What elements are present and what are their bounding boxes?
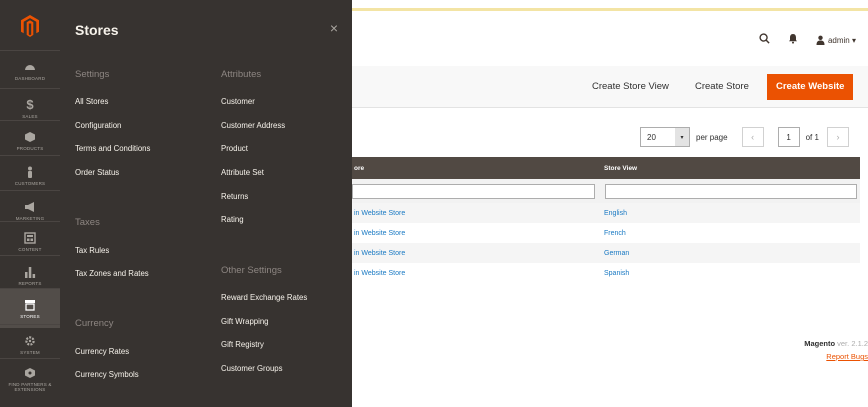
sidebar-item-dashboard[interactable]: DASHBOARD <box>0 50 60 90</box>
table-row[interactable]: in Website Store German <box>350 243 860 263</box>
bar-chart-icon <box>25 266 36 278</box>
currency-section-title: Currency <box>75 318 114 329</box>
sidebar-item-label: DASHBOARD <box>14 75 46 81</box>
menu-item-tax-rules[interactable]: Tax Rules <box>75 246 109 255</box>
current-page-input[interactable]: 1 <box>777 127 800 147</box>
menu-item-gift-wrapping[interactable]: Gift Wrapping <box>221 317 269 326</box>
menu-item-customer-address[interactable]: Customer Address <box>221 121 285 130</box>
close-icon[interactable]: × <box>330 20 338 36</box>
partners-icon <box>25 368 35 378</box>
menu-item-attribute-set[interactable]: Attribute Set <box>221 168 264 177</box>
menu-item-currency-symbols[interactable]: Currency Symbols <box>75 370 139 379</box>
store-cell[interactable]: in Website Store <box>350 250 600 257</box>
menu-item-configuration[interactable]: Configuration <box>75 121 121 130</box>
sidebar-item-label: FIND PARTNERS & EXTENSIONS <box>8 382 52 392</box>
store-view-cell[interactable]: Spanish <box>600 270 860 277</box>
megaphone-icon <box>25 201 34 212</box>
taxes-section-title: Taxes <box>75 217 100 228</box>
store-filter-input[interactable] <box>352 183 595 199</box>
sidebar-item-customers[interactable]: CUSTOMERS <box>0 155 60 195</box>
sidebar-item-products[interactable]: PRODUCTS <box>0 120 60 160</box>
page-count-label: of 1 <box>805 132 819 142</box>
page-size-select[interactable]: 20 ▾ <box>640 127 690 147</box>
table-row[interactable]: in Website Store English <box>350 203 860 223</box>
store-icon <box>25 299 35 311</box>
menu-item-gift-registry[interactable]: Gift Registry <box>221 340 264 349</box>
menu-item-terms-and-conditions[interactable]: Terms and Conditions <box>75 144 150 153</box>
menu-item-reward-exchange-rates[interactable]: Reward Exchange Rates <box>221 293 307 302</box>
page-size-value: 20 <box>647 132 656 142</box>
per-page-label: per page <box>696 132 728 142</box>
search-icon[interactable] <box>759 31 770 49</box>
menu-item-currency-rates[interactable]: Currency Rates <box>75 347 129 356</box>
admin-account-menu[interactable]: admin ▾ <box>816 35 856 45</box>
store-view-cell[interactable]: English <box>600 210 860 217</box>
layout-icon <box>24 231 36 244</box>
flyout-title: Stores <box>75 22 119 38</box>
menu-item-all-stores[interactable]: All Stores <box>75 97 108 106</box>
sidebar-item-find-partners[interactable]: FIND PARTNERS & EXTENSIONS <box>0 358 60 400</box>
menu-item-customer-groups[interactable]: Customer Groups <box>221 364 283 373</box>
admin-sidebar: DASHBOARD $ SALES PRODUCTS CUSTOMERS MAR… <box>0 0 60 407</box>
footer-version: ver. 2.1.2 <box>837 339 868 348</box>
next-page-button[interactable]: › <box>826 127 849 147</box>
create-store-button[interactable]: Create Store <box>687 74 757 100</box>
grid-pager: 20 ▾ per page ‹ 1 of 1 › <box>640 127 849 147</box>
user-icon <box>816 35 825 45</box>
sidebar-item-label: STORES <box>20 313 40 319</box>
store-cell[interactable]: in Website Store <box>350 270 600 277</box>
page-footer: Magento ver. 2.1.2 Report Bugs <box>804 337 868 363</box>
notifications-bell-icon[interactable] <box>788 31 798 49</box>
person-icon <box>28 166 32 178</box>
menu-item-tax-zones-and-rates[interactable]: Tax Zones and Rates <box>75 269 149 278</box>
column-header-store[interactable]: ore <box>350 165 600 172</box>
menu-item-product[interactable]: Product <box>221 144 248 153</box>
table-row[interactable]: in Website Store Spanish <box>350 263 860 283</box>
header-actions: admin ▾ <box>759 31 856 49</box>
grid-header-row: ore Store View <box>350 157 860 179</box>
gear-icon <box>25 335 35 346</box>
menu-item-order-status[interactable]: Order Status <box>75 168 119 177</box>
menu-item-returns[interactable]: Returns <box>221 192 248 201</box>
sidebar-item-label: CUSTOMERS <box>14 180 46 186</box>
create-store-view-button[interactable]: Create Store View <box>584 74 677 100</box>
version-info: Magento ver. 2.1.2 <box>804 337 868 350</box>
attributes-section-title: Attributes <box>221 69 262 80</box>
dashboard-icon <box>25 64 35 70</box>
sidebar-item-label: MARKETING <box>15 215 45 221</box>
create-website-button[interactable]: Create Website <box>767 74 854 100</box>
column-header-store-view[interactable]: Store View <box>600 165 860 172</box>
other-settings-section-title: Other Settings <box>221 265 282 276</box>
chevron-down-icon: ▾ <box>675 128 689 146</box>
store-view-cell[interactable]: German <box>600 250 860 257</box>
magento-logo-icon[interactable] <box>0 6 60 46</box>
grid-body: in Website Store English in Website Stor… <box>350 203 860 283</box>
dollar-icon: $ <box>26 96 34 112</box>
store-view-cell[interactable]: French <box>600 230 860 237</box>
report-bugs-link[interactable]: Report Bugs <box>826 352 868 361</box>
sidebar-item-stores[interactable]: STORES <box>0 288 60 328</box>
footer-brand: Magento <box>804 339 836 348</box>
stores-flyout-menu: Stores × Settings All Stores Configurati… <box>60 0 352 407</box>
store-cell[interactable]: in Website Store <box>350 210 600 217</box>
sidebar-item-label: SALES <box>22 113 38 119</box>
table-row[interactable]: in Website Store French <box>350 223 860 243</box>
settings-section-title: Settings <box>75 69 110 80</box>
cube-icon <box>25 131 35 142</box>
store-cell[interactable]: in Website Store <box>350 230 600 237</box>
admin-username: admin ▾ <box>827 35 856 45</box>
sidebar-item-label: PRODUCTS <box>16 145 44 151</box>
menu-item-rating[interactable]: Rating <box>221 215 244 224</box>
previous-page-button[interactable]: ‹ <box>741 127 764 147</box>
grid-filter-row <box>350 179 860 203</box>
stores-grid: ore Store View in Website Store English … <box>350 157 860 283</box>
sidebar-item-label: REPORTS <box>18 280 42 286</box>
store-view-filter-input[interactable] <box>605 183 857 199</box>
sidebar-item-label: CONTENT <box>18 246 42 252</box>
menu-item-customer[interactable]: Customer <box>221 97 255 106</box>
sidebar-item-label: SYSTEM <box>20 349 40 355</box>
